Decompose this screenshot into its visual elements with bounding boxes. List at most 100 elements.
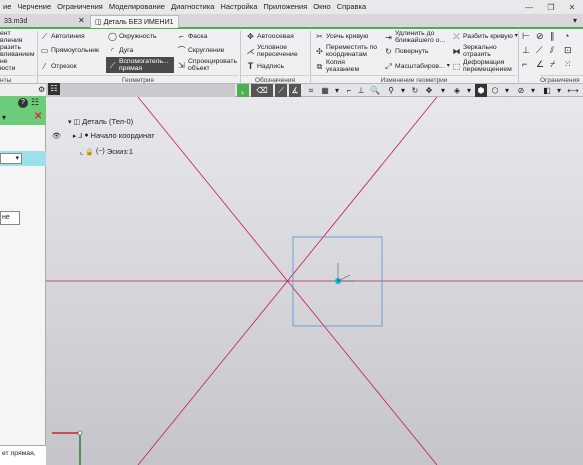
tree-item-origin[interactable]: 👁 ▸ ⅃ ● Начало координат — [52, 131, 155, 140]
menu-item-constraints[interactable]: Ограничения — [54, 0, 106, 14]
panel-expand-icon[interactable]: ▾ — [2, 113, 6, 122]
split-curve-button[interactable]: ⤫ Разбить кривую ▾ — [452, 32, 518, 41]
tree-item-origin-label: Начало координат — [90, 131, 155, 140]
tree-list-icon[interactable]: ☷ — [48, 83, 60, 95]
project-object-button[interactable]: ⇲ Спроецировать объект — [177, 58, 237, 72]
menu-item-window[interactable]: Окно — [310, 0, 333, 14]
dot-icon: ● — [84, 132, 89, 139]
ortho-icon[interactable]: ⊥ — [355, 84, 367, 97]
eraser-icon[interactable]: ⌫ — [251, 84, 273, 97]
angle-view-icon[interactable]: ∡ — [289, 84, 301, 97]
rotate-view-icon[interactable]: ↻ — [409, 84, 421, 97]
equal-constraint-icon[interactable]: ⊡ — [564, 45, 578, 59]
perpendicular-constraint-icon[interactable]: ⊥ — [522, 45, 536, 59]
panel-partial-button[interactable]: не — [0, 211, 20, 225]
chevron-down-icon[interactable]: ▾ — [553, 84, 565, 97]
menu-item-drawing[interactable]: Черчение — [14, 0, 54, 14]
shading-icon[interactable]: ◈ — [451, 84, 463, 97]
tab-close-icon[interactable]: ✕ — [78, 16, 85, 25]
tree-item-part[interactable]: ▾ ◫ Деталь (Тел-0) — [68, 117, 133, 126]
rotate-button[interactable]: ↻ Повернуть — [384, 47, 428, 56]
trim-curve-button[interactable]: ✂ Усечь кривую — [315, 32, 368, 41]
hide-icon[interactable]: ⊘ — [515, 84, 527, 97]
cube-wire-icon[interactable]: ⬡ — [489, 84, 501, 97]
deform-by-move-button[interactable]: ⬚ Деформация перемещением — [452, 59, 512, 73]
auto-axial-button[interactable]: ✥ Автоосевая — [246, 32, 294, 41]
segment-button[interactable]: ⁄ Отрезок — [40, 62, 77, 71]
chevron-down-icon[interactable]: ▾ — [437, 84, 449, 97]
menu-item-help[interactable]: Справка — [334, 0, 369, 14]
snap-icon[interactable]: ⌗ — [305, 84, 317, 97]
split-curve-label: Разбить кривую — [463, 33, 513, 40]
cancel-icon[interactable]: ✕ — [34, 111, 42, 122]
chevron-down-icon[interactable]: ▾ — [527, 84, 539, 97]
measure-icon[interactable]: ⟷ — [567, 84, 579, 97]
corner-constraint-icon[interactable]: ⌐ — [522, 59, 536, 73]
circle-button[interactable]: ◯ Окружность — [108, 32, 157, 41]
arc-button[interactable]: ◜ Дуга — [108, 46, 133, 55]
text-label-button[interactable]: T Надпись — [246, 62, 284, 71]
fix-constraint-icon[interactable]: ⫽ — [550, 45, 564, 59]
menu-item-diagnostics[interactable]: Диагностика — [168, 0, 217, 14]
panel-list-icon[interactable]: ☷ — [31, 97, 39, 108]
extend-to-nearest-button[interactable]: ⇥ Удлинить до ближайшего о... — [384, 30, 445, 44]
parallel-constraint-icon[interactable]: ∥ — [550, 31, 564, 45]
no-entry-constraint-icon[interactable]: ⊘ — [536, 31, 550, 45]
auxiliary-line-button[interactable]: ⟋ Вспомогатель... прямая — [106, 57, 174, 73]
scale-button[interactable]: ⤢ Масштабиров... ▾ — [384, 62, 450, 71]
tab-menu-icon[interactable]: ▾ — [573, 16, 577, 25]
section-icon[interactable]: ◧ — [541, 84, 553, 97]
autoline-label: Автолиния — [51, 33, 85, 40]
fillet-button[interactable]: ⌒ Скругление — [177, 46, 225, 55]
menu-item-settings[interactable]: Настройка — [217, 0, 260, 14]
menu-item-partial[interactable]: ие — [0, 0, 14, 14]
zoom-icon[interactable]: 🔍 — [369, 84, 381, 97]
tab-file-33[interactable]: 33.m3d — [0, 15, 31, 28]
close-icon[interactable]: ✕ — [566, 1, 578, 13]
corner-icon[interactable]: ⌐ — [343, 84, 355, 97]
autoline-button[interactable]: ⟋ Автолиния — [40, 32, 85, 41]
chevron-down-icon[interactable]: ▾ — [463, 84, 475, 97]
angle-constraint-icon[interactable]: ∠ — [536, 59, 550, 73]
scale-icon: ⤢ — [385, 62, 392, 71]
pan-icon[interactable]: ✥ — [423, 84, 435, 97]
mirror-label: Зеркально — [463, 44, 497, 51]
menu-item-modeling[interactable]: Моделирование — [106, 0, 168, 14]
copy-by-pointing-button[interactable]: ⧉ Копия указанием — [315, 59, 359, 73]
chevron-down-icon[interactable]: ▾ — [397, 84, 409, 97]
visibility-eye-icon[interactable]: 👁 — [52, 132, 61, 140]
grid-icon[interactable]: ▦ — [319, 84, 331, 97]
minimize-icon[interactable]: — — [523, 1, 535, 13]
scale-dropdown-icon[interactable]: ▾ — [447, 63, 450, 70]
sketch-mode-icon[interactable]: ⌞ — [237, 84, 249, 97]
chevron-down-icon: ▾ — [15, 155, 19, 162]
tree-item-sketch[interactable]: ⌞ 🔒 (−) Эскиз:1 — [80, 147, 133, 156]
help-icon[interactable]: ? — [18, 98, 28, 108]
horizontal-constraint-icon[interactable]: ⊢ — [522, 31, 536, 45]
chevron-down-icon[interactable]: ▾ — [331, 84, 343, 97]
magnify-icon[interactable]: ⚲ — [385, 84, 397, 97]
tangent-constraint-icon[interactable]: ◔ — [564, 31, 578, 45]
constraints-group-label: Ограничения — [540, 75, 583, 84]
mirror-button[interactable]: ⧓ Зеркально отразить — [452, 44, 497, 58]
conditional-intersection-button[interactable]: ⋌ Условное пересечение — [246, 44, 298, 58]
symmetry-constraint-icon[interactable]: ⌿ — [550, 59, 564, 73]
circle-label: Окружность — [119, 33, 157, 40]
rectangle-button[interactable]: ▭ Прямоугольник — [40, 46, 99, 55]
expand-icon[interactable]: ▸ — [73, 132, 77, 140]
move-by-coordinates-button[interactable]: ✣ Переместить по координатам — [315, 44, 377, 58]
collapse-icon[interactable]: ▾ — [68, 118, 72, 126]
project-object-label-2: объект — [188, 65, 210, 72]
type-dropdown[interactable]: ▾ — [0, 153, 22, 164]
trim-view-icon[interactable]: ⟋ — [275, 84, 287, 97]
chamfer-button[interactable]: ⌐ Фаска — [177, 32, 207, 41]
restore-icon[interactable]: ❐ — [545, 1, 557, 13]
collinear-constraint-icon[interactable]: ⟋ — [536, 45, 550, 59]
designations-group-label: Обозначения — [241, 75, 309, 84]
cube-view-icon[interactable]: ⬢ — [475, 84, 487, 97]
chevron-down-icon[interactable]: ▾ — [501, 84, 513, 97]
tab-part-unnamed[interactable]: ◫ Деталь БЕЗ ИМЕНИ1 — [90, 15, 179, 28]
panel-gear-icon[interactable]: ⚙ — [38, 85, 45, 94]
point-constraint-icon[interactable]: ⁙ — [564, 59, 578, 73]
menu-item-applications[interactable]: Приложения — [260, 0, 310, 14]
